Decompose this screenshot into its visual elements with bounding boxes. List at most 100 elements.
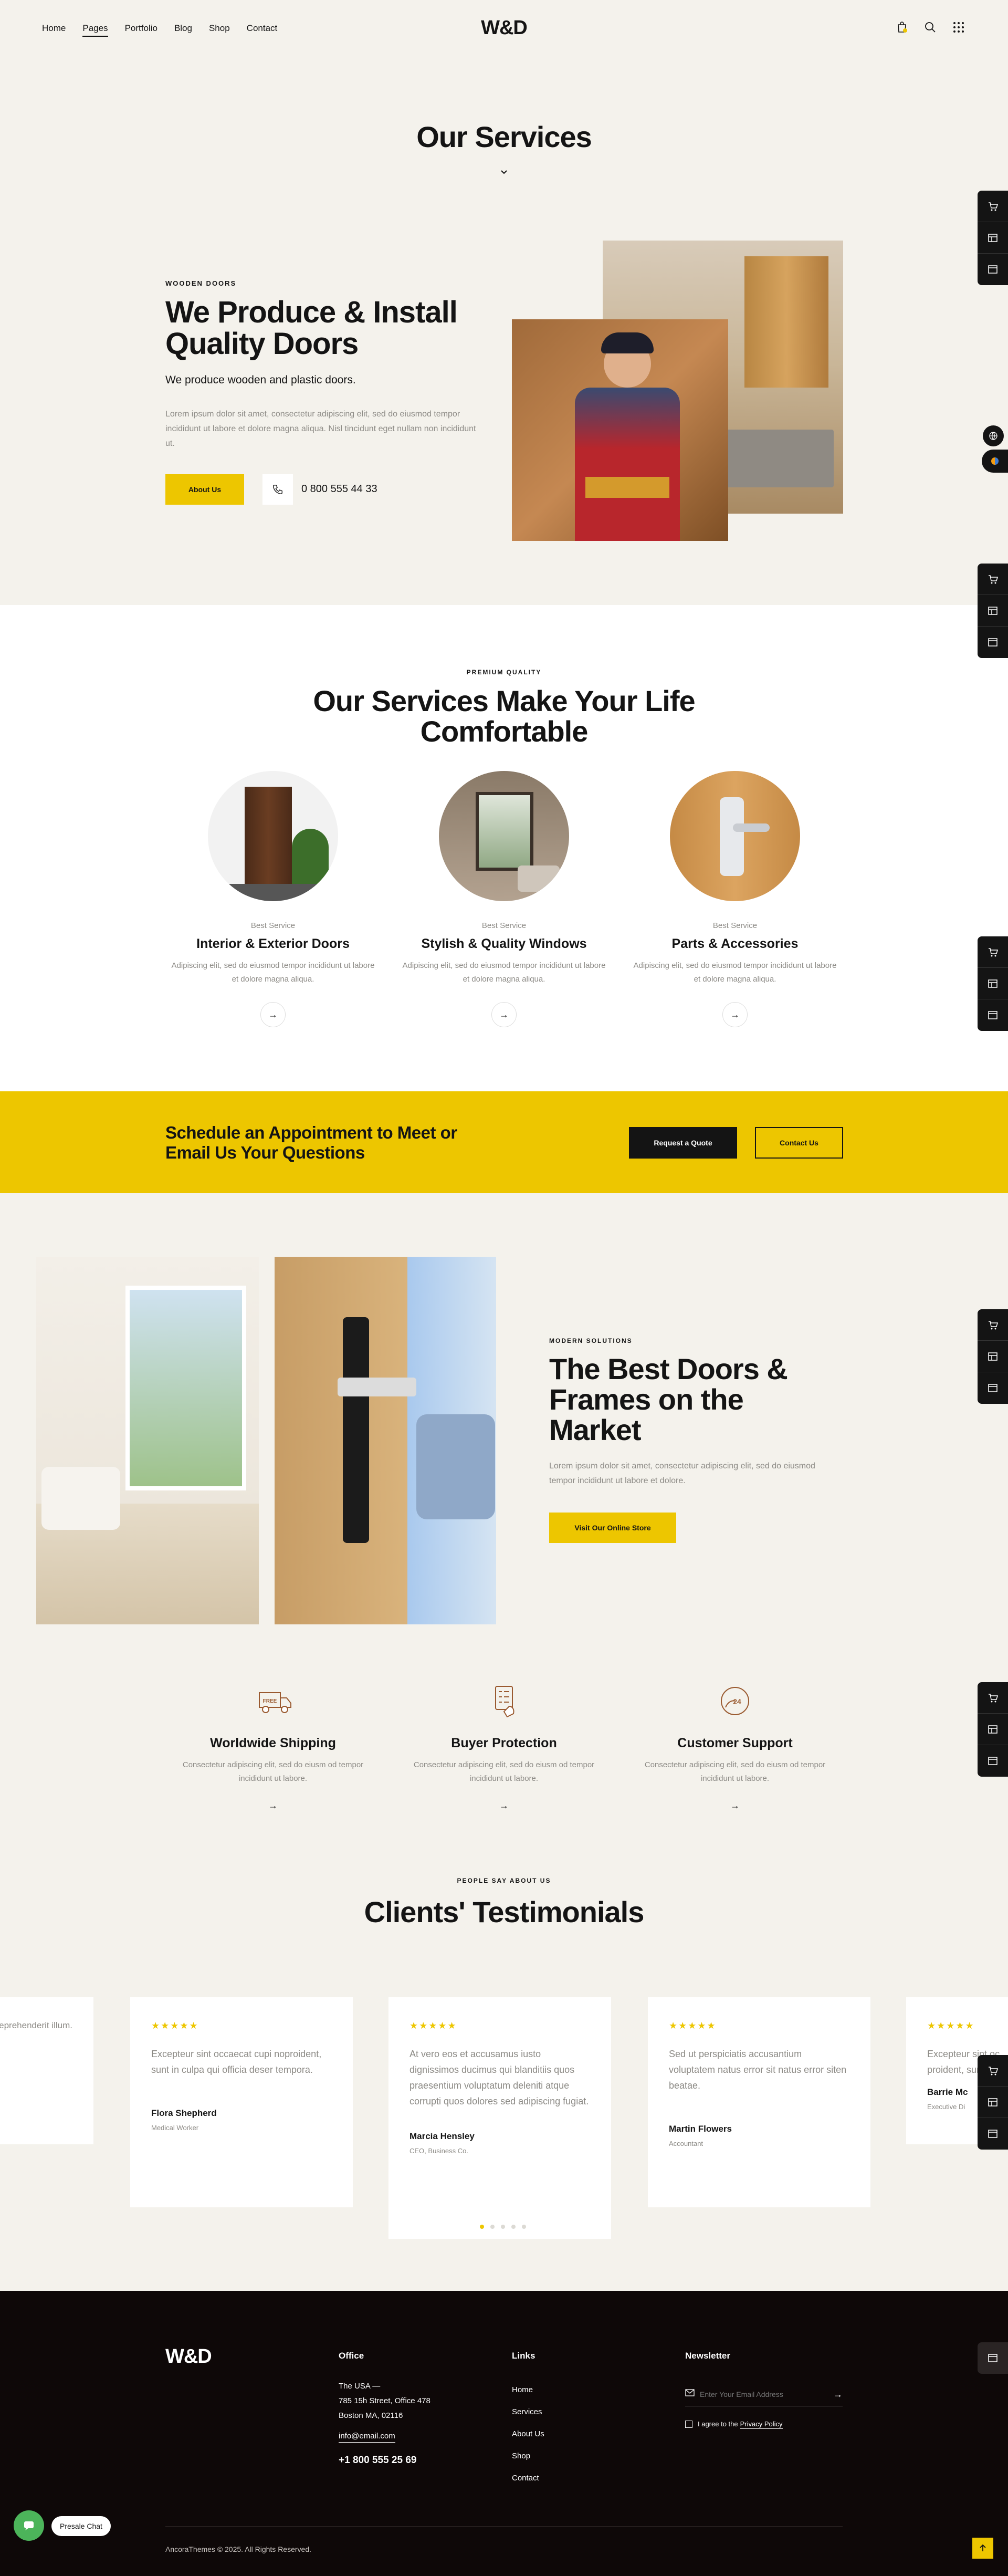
layouts-icon[interactable] <box>978 968 1008 999</box>
arrow-right-icon[interactable]: → <box>625 1800 845 1811</box>
layouts-icon[interactable] <box>978 1714 1008 1745</box>
market-title-line1: The Best Doors & <box>549 1352 788 1385</box>
cart-icon[interactable] <box>895 20 909 35</box>
testimonials-title: Clients' Testimonials <box>364 1895 645 1928</box>
footer-address-line3: Boston MA, 02116 <box>339 2411 403 2420</box>
arrow-right-icon[interactable]: → <box>394 1800 614 1811</box>
worker-installing-door-image <box>512 319 728 541</box>
cta-band: Schedule an Appointment to Meet or Email… <box>0 1091 1008 1193</box>
door-handle-image <box>670 771 800 901</box>
door-image <box>208 771 338 901</box>
svg-text:FREE: FREE <box>263 1698 277 1704</box>
cart-icon[interactable] <box>978 2055 1008 2087</box>
feature-support: 24 Customer Support Consectetur adipisci… <box>625 1683 845 1811</box>
window-icon[interactable] <box>978 2342 1008 2374</box>
service-card-windows: Best Service Stylish & Quality Windows A… <box>394 771 614 1027</box>
service-title: Parts & Accessories <box>671 936 799 951</box>
carousel-dot[interactable] <box>522 2225 526 2229</box>
cart-icon[interactable] <box>978 191 1008 222</box>
grid-menu-icon[interactable] <box>951 20 966 35</box>
market-eyebrow: MODERN SOLUTIONS <box>549 1337 633 1344</box>
service-kicker: Best Service <box>250 921 296 930</box>
cart-icon[interactable] <box>978 1682 1008 1714</box>
phone-number[interactable]: 0 800 555 44 33 <box>301 483 377 495</box>
cta-title: Schedule an Appointment to Meet or Email… <box>165 1123 457 1163</box>
cart-icon[interactable] <box>978 1309 1008 1341</box>
window-icon[interactable] <box>978 627 1008 658</box>
arrow-right-icon[interactable]: → <box>260 1002 286 1027</box>
shield-checklist-icon <box>483 1683 525 1720</box>
testimonial-card: ★★★★★ Sed ut perspiciatis accusantium vo… <box>648 1997 870 2207</box>
window-icon[interactable] <box>978 999 1008 1031</box>
cta-title-line2: Email Us Your Questions <box>165 1143 365 1162</box>
request-quote-button[interactable]: Request a Quote <box>629 1127 737 1159</box>
footer-link-home[interactable]: Home <box>512 2379 544 2401</box>
site-logo[interactable]: W&D <box>0 17 1008 39</box>
page-title: Our Services <box>416 120 592 153</box>
footer-address-line2: 785 15h Street, Office 478 <box>339 2396 430 2405</box>
footer-logo[interactable]: W&D <box>165 2345 212 2368</box>
testimonial-name: Marcia Hensley <box>410 2131 475 2141</box>
cta-title-line1: Schedule an Appointment to Meet or <box>165 1123 457 1142</box>
presale-chat-button[interactable]: Presale Chat <box>51 2516 111 2536</box>
services-title-line2: Comfortable <box>420 715 589 748</box>
doors-title-line2: Quality Doors <box>165 327 359 361</box>
footer-link-about[interactable]: About Us <box>512 2423 544 2445</box>
footer-email-link[interactable]: info@email.com <box>339 2431 395 2443</box>
service-kicker: Best Service <box>712 921 758 930</box>
footer-links: Links Home Services About Us Shop Contac… <box>512 2349 544 2489</box>
search-icon[interactable] <box>923 20 938 35</box>
feature-title: Customer Support <box>677 1736 793 1750</box>
layouts-icon[interactable] <box>978 1341 1008 1372</box>
footer-link-shop[interactable]: Shop <box>512 2445 544 2467</box>
window-icon[interactable] <box>978 1372 1008 1404</box>
cart-icon[interactable] <box>978 936 1008 968</box>
window-icon[interactable] <box>978 2118 1008 2150</box>
services-title: Our Services Make Your Life Comfortable <box>0 686 1008 747</box>
footer-link-services[interactable]: Services <box>512 2401 544 2423</box>
footer-phone[interactable]: +1 800 555 25 69 <box>339 2453 430 2468</box>
carousel-dot[interactable] <box>511 2225 516 2229</box>
footer-newsletter: Newsletter → I agree to the Privacy Poli… <box>685 2349 843 2432</box>
carousel-dot[interactable] <box>501 2225 505 2229</box>
chat-bubble-icon[interactable] <box>14 2510 44 2541</box>
privacy-policy-link[interactable]: Privacy Policy <box>740 2420 783 2429</box>
privacy-checkbox[interactable] <box>685 2421 692 2428</box>
globe-icon[interactable] <box>983 425 1004 446</box>
testimonial-quote: Excepteur sint occaecat cupi noproident,… <box>151 2049 322 2075</box>
window-icon[interactable] <box>978 254 1008 285</box>
privacy-agree: I agree to the Privacy Policy <box>685 2417 843 2432</box>
doors-body: Lorem ipsum dolor sit amet, consectetur … <box>165 410 476 448</box>
carousel-dot[interactable] <box>490 2225 495 2229</box>
about-us-button[interactable]: About Us <box>165 474 244 505</box>
arrow-right-icon[interactable]: → <box>833 2387 843 2402</box>
arrow-right-icon[interactable]: → <box>491 1002 517 1027</box>
market-body: Lorem ipsum dolor sit amet, consectetur … <box>549 1462 815 1485</box>
feature-text: Consectetur adipiscing elit, sed do eius… <box>644 1760 826 1783</box>
smart-lock-image <box>275 1257 496 1624</box>
testimonial-quote: Sed ut perspiciatis accusantium voluptat… <box>669 2049 847 2091</box>
footer-newsletter-title: Newsletter <box>685 2351 730 2361</box>
newsletter-email-input[interactable] <box>700 2390 821 2398</box>
footer-link-contact[interactable]: Contact <box>512 2467 544 2489</box>
chevron-down-icon[interactable] <box>499 167 509 178</box>
carousel-dot-active[interactable] <box>480 2225 484 2229</box>
window-icon[interactable] <box>978 1745 1008 1777</box>
cart-icon[interactable] <box>978 564 1008 595</box>
market-title-line3: Market <box>549 1413 642 1446</box>
visit-store-button[interactable]: Visit Our Online Store <box>549 1513 676 1543</box>
contact-us-button[interactable]: Contact Us <box>755 1127 843 1159</box>
layouts-icon[interactable] <box>978 222 1008 254</box>
side-toolbar <box>978 1309 1008 1404</box>
color-palette-icon[interactable] <box>982 450 1008 473</box>
arrow-right-icon[interactable]: → <box>722 1002 748 1027</box>
scroll-to-top-button[interactable] <box>972 2538 993 2559</box>
site-header: Home Pages Portfolio Blog Shop Contact W… <box>0 0 1008 58</box>
rating-stars: ★★★★★ <box>927 2020 975 2031</box>
side-toolbar <box>978 1682 1008 1777</box>
window-room-image <box>439 771 569 901</box>
testimonial-role: Medical Worker <box>151 2124 199 2132</box>
arrow-right-icon[interactable]: → <box>163 1800 383 1811</box>
layouts-icon[interactable] <box>978 2087 1008 2118</box>
layouts-icon[interactable] <box>978 595 1008 627</box>
